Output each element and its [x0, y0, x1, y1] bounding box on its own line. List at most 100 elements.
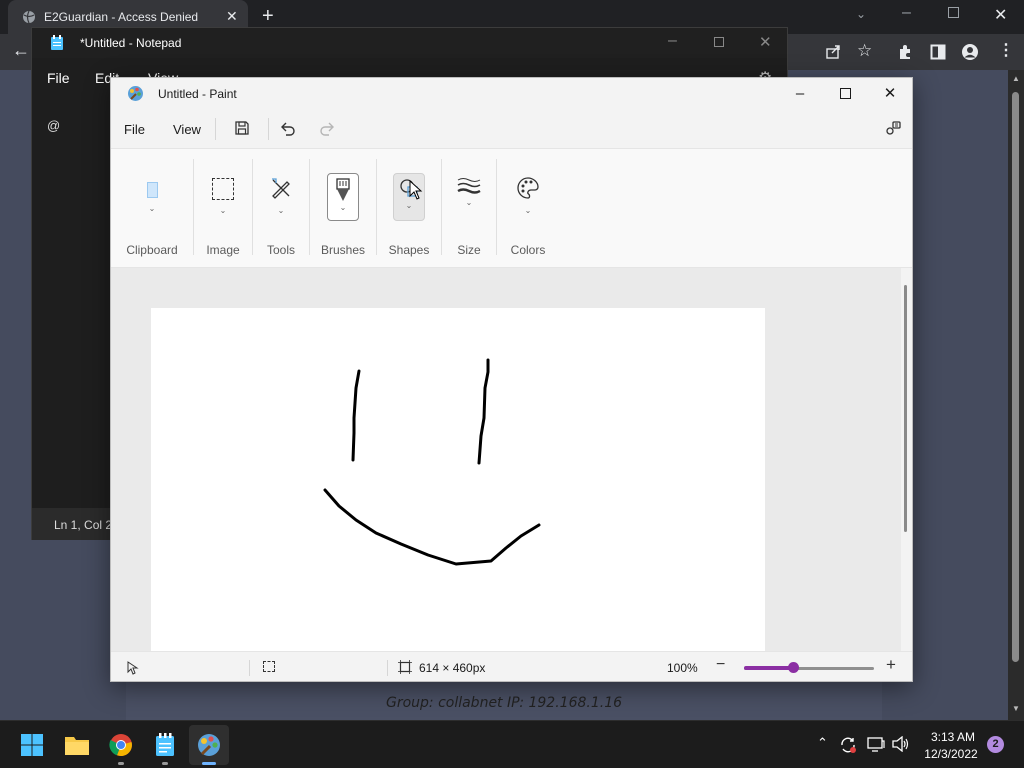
notification-count-badge[interactable]: 2	[987, 736, 1004, 753]
undo-icon[interactable]	[279, 119, 297, 137]
paint-ribbon: ⌄ Clipboard ⌄ Image ⌄ Tools ⌄ Brushes ⌄ …	[111, 148, 912, 268]
start-button[interactable]	[12, 725, 52, 765]
notepad-minimize-icon[interactable]: –	[668, 32, 677, 50]
paint-menu-view[interactable]: View	[173, 122, 201, 137]
notepad-cursor-position: Ln 1, Col 2	[54, 518, 113, 532]
cursor-position-icon	[127, 661, 139, 675]
clipboard-button[interactable]: ⌄	[136, 173, 168, 221]
shapes-group[interactable]: ⌄ Shapes	[377, 149, 441, 269]
canvas-workspace[interactable]	[111, 268, 901, 731]
side-panel-icon[interactable]	[930, 44, 946, 60]
scroll-down-icon[interactable]: ▼	[1012, 704, 1020, 713]
colors-button[interactable]: ⌄	[512, 173, 544, 221]
size-label: Size	[457, 243, 481, 257]
running-indicator	[118, 762, 124, 765]
show-hidden-icons-chevron-icon[interactable]: ⌃	[817, 735, 828, 751]
tools-group[interactable]: ⌄ Tools	[253, 149, 309, 269]
notepad-text-content[interactable]: @	[47, 118, 60, 133]
notepad-titlebar[interactable]: *Untitled - Notepad – ✕	[32, 28, 787, 58]
canvas-scroll-thumb[interactable]	[904, 285, 907, 532]
canvas-size-icon	[398, 660, 412, 674]
minimize-icon[interactable]: –	[902, 4, 911, 22]
network-icon[interactable]	[867, 736, 885, 752]
maximize-icon	[839, 87, 851, 99]
canvas-size-text: 614 × 460px	[419, 661, 486, 675]
profile-avatar-icon[interactable]	[961, 43, 979, 61]
zoom-slider-fill	[744, 666, 794, 670]
image-group[interactable]: ⌄ Image	[194, 149, 252, 269]
chevron-down-icon: ⌄	[148, 204, 156, 213]
selection-size-icon	[263, 661, 275, 672]
zoom-percent[interactable]: 100%	[667, 661, 698, 675]
image-select-button[interactable]: ⌄	[207, 173, 239, 221]
smiley-drawing	[323, 358, 541, 566]
volume-icon[interactable]	[892, 736, 910, 752]
paint-titlebar[interactable]: Untitled - Paint – ✕	[111, 78, 912, 110]
close-window-icon[interactable]: ✕	[994, 5, 1007, 25]
paint-minimize-button[interactable]: –	[777, 78, 823, 108]
paint-window[interactable]: Untitled - Paint – ✕ File View ⌄ Clipboa…	[110, 77, 913, 731]
clock-date[interactable]: 12/3/2022	[918, 747, 984, 761]
taskbar-file-explorer[interactable]	[57, 725, 97, 765]
image-label: Image	[206, 243, 240, 257]
menu-divider	[215, 118, 216, 140]
taskbar-chrome[interactable]	[101, 725, 141, 765]
redo-icon[interactable]	[318, 119, 336, 137]
brush-icon	[336, 178, 350, 201]
new-tab-icon[interactable]: +	[262, 5, 274, 28]
chevron-down-icon: ⌄	[219, 206, 227, 215]
browser-tab-title: E2Guardian - Access Denied	[44, 10, 199, 24]
paint-app-icon	[128, 86, 143, 101]
more-menu-icon[interactable]: ⋮	[998, 40, 1014, 60]
access-denied-info-strip: Group: collabnet IP: 192.168.1.16	[126, 682, 882, 720]
close-icon: ✕	[883, 85, 897, 102]
clipboard-group[interactable]: ⌄ Clipboard	[111, 149, 193, 269]
chevron-down-icon: ⌄	[277, 206, 285, 215]
notepad-maximize-icon[interactable]	[714, 37, 724, 47]
paint-menu-file[interactable]: File	[124, 122, 145, 137]
notepad-app-icon	[51, 35, 63, 50]
group-ip-text: Group: collabnet IP: 192.168.1.16	[385, 695, 623, 711]
save-icon[interactable]	[234, 120, 250, 136]
scroll-up-icon[interactable]: ▲	[1012, 74, 1020, 83]
colors-group[interactable]: ⌄ Colors	[497, 149, 559, 269]
tab-search-icon[interactable]: ⌄	[856, 7, 866, 21]
sync-icon[interactable]	[839, 736, 857, 754]
drawing-canvas[interactable]	[151, 308, 765, 651]
pencil-eraser-tools-icon	[272, 178, 290, 199]
tools-button[interactable]: ⌄	[265, 173, 297, 221]
close-tab-icon[interactable]: ✕	[226, 8, 238, 25]
chevron-down-icon: ⌄	[465, 198, 473, 207]
paint-maximize-button[interactable]	[822, 78, 868, 108]
account-settings-icon[interactable]	[884, 119, 902, 137]
stroke-size-icon	[457, 178, 481, 194]
menu-divider	[268, 118, 269, 140]
notepad-title: *Untitled - Notepad	[80, 36, 182, 50]
brushes-group[interactable]: ⌄ Brushes	[310, 149, 376, 269]
colors-label: Colors	[510, 243, 546, 257]
restore-icon[interactable]	[948, 7, 959, 18]
zoom-out-icon[interactable]: −	[716, 656, 725, 674]
paint-close-button[interactable]: ✕	[867, 78, 913, 108]
taskbar-paint[interactable]	[189, 725, 229, 765]
bookmark-star-icon[interactable]: ☆	[857, 41, 872, 61]
zoom-slider-thumb[interactable]	[788, 662, 800, 673]
browser-scroll-thumb[interactable]	[1012, 92, 1019, 662]
clipboard-icon	[146, 182, 158, 198]
chevron-down-icon: ⌄	[524, 206, 532, 215]
extensions-puzzle-icon[interactable]	[897, 44, 913, 60]
taskbar-notepad[interactable]	[145, 725, 185, 765]
share-icon[interactable]	[825, 44, 841, 60]
clock-time[interactable]: 3:13 AM	[922, 730, 984, 744]
paint-statusbar: 614 × 460px 100% − +	[111, 651, 912, 681]
status-divider	[387, 660, 388, 676]
notepad-close-icon[interactable]: ✕	[759, 33, 772, 51]
notepad-menu-file[interactable]: File	[47, 70, 70, 86]
status-divider	[249, 660, 250, 676]
size-button[interactable]: ⌄	[453, 173, 485, 221]
brushes-button[interactable]: ⌄	[327, 173, 359, 221]
brushes-label: Brushes	[320, 243, 366, 257]
zoom-in-icon[interactable]: +	[886, 655, 896, 675]
size-group[interactable]: ⌄ Size	[442, 149, 496, 269]
back-arrow-icon[interactable]: ←	[12, 40, 30, 61]
